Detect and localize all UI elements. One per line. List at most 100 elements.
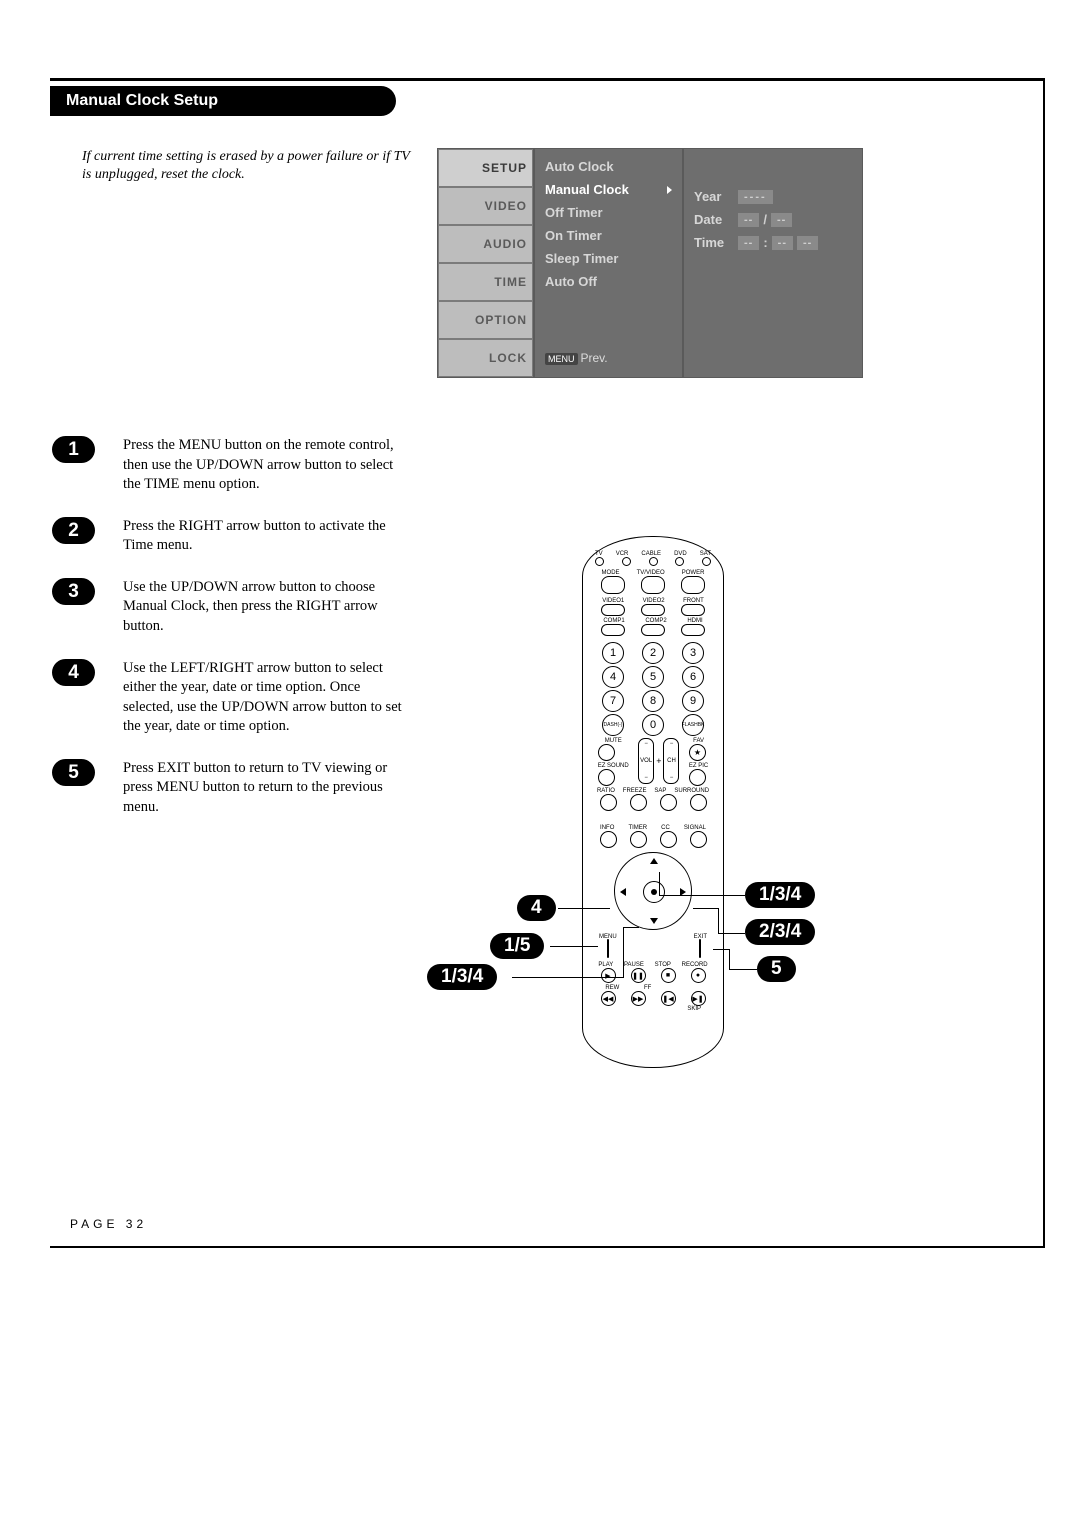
dpad-ok-button[interactable] [643, 881, 665, 903]
num-5-button[interactable]: 5 [642, 666, 664, 688]
sap-button[interactable] [660, 794, 677, 811]
border-top [50, 78, 1045, 81]
remote-row-d-buttons [593, 794, 713, 811]
step-number: 5 [52, 759, 95, 786]
fav-button[interactable]: ★ [689, 744, 706, 761]
step-3: 3 Use the UP/DOWN arrow button to choose… [52, 578, 407, 637]
step-number: 3 [52, 578, 95, 605]
num-3-button[interactable]: 3 [682, 642, 704, 664]
exit-button[interactable] [699, 939, 701, 958]
remote-row-a-buttons [593, 576, 713, 594]
remote-numpad-789: 7 8 9 [593, 690, 713, 712]
skip-back-button[interactable]: ❚◀ [661, 991, 676, 1006]
osd-menu-items: Auto Clock Manual Clock Off Timer On Tim… [534, 148, 683, 378]
num-0-button[interactable]: 0 [642, 714, 664, 736]
osd-item-on-timer: On Timer [535, 224, 682, 247]
tv-video-button[interactable] [641, 576, 665, 594]
leader-line [512, 977, 624, 978]
freeze-button[interactable] [630, 794, 647, 811]
num-8-button[interactable]: 8 [642, 690, 664, 712]
manual-page: Manual Clock Setup If current time setti… [0, 0, 1080, 1528]
num-7-button[interactable]: 7 [602, 690, 624, 712]
video2-button[interactable] [641, 604, 665, 616]
step-number: 1 [52, 436, 95, 463]
leader-line [718, 908, 719, 933]
osd-prev-hint: MENUPrev. [535, 345, 682, 371]
timer-button[interactable] [630, 831, 647, 848]
num-1-button[interactable]: 1 [602, 642, 624, 664]
remote-row-c-buttons [593, 624, 713, 636]
remote-menu-exit: MENU EXIT [593, 934, 713, 958]
skip-label: SKIP [593, 1006, 713, 1012]
dpad-down-button[interactable] [650, 918, 658, 924]
intro-text: If current time setting is erased by a p… [82, 148, 412, 184]
hdmi-button[interactable] [681, 624, 705, 636]
ch-rocker[interactable]: −CH− [663, 738, 679, 784]
info-button[interactable] [600, 831, 617, 848]
chevron-right-icon [667, 186, 672, 194]
mute-button[interactable] [598, 744, 615, 761]
callout-5: 5 [757, 956, 796, 982]
dash-button[interactable]: DASH(-) [602, 714, 624, 736]
power-button[interactable] [681, 576, 705, 594]
play-button[interactable]: ▶ [601, 968, 616, 983]
step-text: Use the UP/DOWN arrow button to choose M… [123, 578, 407, 637]
record-button[interactable]: ● [691, 968, 706, 983]
signal-button[interactable] [690, 831, 707, 848]
osd-item-off-timer: Off Timer [535, 201, 682, 224]
remote-transport-b-buttons: ◀◀ ▶▶ ❚◀ ▶❚ [593, 991, 713, 1006]
ez-pic-button[interactable] [689, 769, 706, 786]
leader-line [693, 908, 718, 909]
dpad-up-button[interactable] [650, 858, 658, 864]
leader-line [729, 949, 730, 969]
comp2-button[interactable] [641, 624, 665, 636]
menu-button[interactable] [607, 939, 609, 958]
stop-button[interactable]: ■ [661, 968, 676, 983]
ratio-button[interactable] [600, 794, 617, 811]
leader-line [550, 946, 598, 947]
osd-field-date: Date -- / -- [694, 212, 852, 227]
rew-button[interactable]: ◀◀ [601, 991, 616, 1006]
leader-line [659, 872, 660, 895]
cc-button[interactable] [660, 831, 677, 848]
vol-rocker[interactable]: −VOL− [638, 738, 654, 784]
section-title: Manual Clock Setup [50, 86, 396, 116]
skip-fwd-button[interactable]: ▶❚ [691, 991, 706, 1006]
osd-item-auto-off: Auto Off [535, 270, 682, 293]
step-number: 2 [52, 517, 95, 544]
osd-cat-video: VIDEO [439, 188, 532, 224]
step-number: 4 [52, 659, 95, 686]
ff-button[interactable]: ▶▶ [631, 991, 646, 1006]
remote-row-b-buttons [593, 604, 713, 616]
pause-button[interactable]: ❚❚ [631, 968, 646, 983]
video1-button[interactable] [601, 604, 625, 616]
dpad-left-button[interactable] [620, 888, 626, 896]
step-text: Press the RIGHT arrow button to activate… [123, 517, 407, 556]
osd-field-time: Time -- : -- -- [694, 235, 852, 250]
border-bottom [50, 1246, 1045, 1248]
num-4-button[interactable]: 4 [602, 666, 624, 688]
leader-line [713, 949, 729, 950]
flashbk-button[interactable]: FLASHBK [682, 714, 704, 736]
border-right [1043, 78, 1045, 1248]
osd-item-manual-clock: Manual Clock [535, 178, 682, 201]
remote-row-e-buttons [593, 831, 713, 848]
osd-menu-categories: SETUP VIDEO AUDIO TIME OPTION LOCK [437, 148, 534, 378]
step-4: 4 Use the LEFT/RIGHT arrow button to sel… [52, 659, 407, 737]
step-2: 2 Press the RIGHT arrow button to activa… [52, 517, 407, 556]
num-2-button[interactable]: 2 [642, 642, 664, 664]
dpad [614, 852, 692, 930]
mode-button[interactable] [601, 576, 625, 594]
num-9-button[interactable]: 9 [682, 690, 704, 712]
osd-field-year: Year ---- [694, 189, 852, 204]
comp1-button[interactable] [601, 624, 625, 636]
osd-cat-time: TIME [439, 264, 532, 300]
num-6-button[interactable]: 6 [682, 666, 704, 688]
front-button[interactable] [681, 604, 705, 616]
callout-1-5: 1/5 [490, 933, 544, 959]
remote-mute-vol-fav: MUTE EZ SOUND −VOL− + −CH− FAV ★ EZ PIC [593, 738, 713, 786]
page-number: PAGE 32 [70, 1217, 147, 1231]
surround-button[interactable] [690, 794, 707, 811]
leader-line [718, 933, 745, 934]
ez-sound-button[interactable] [598, 769, 615, 786]
